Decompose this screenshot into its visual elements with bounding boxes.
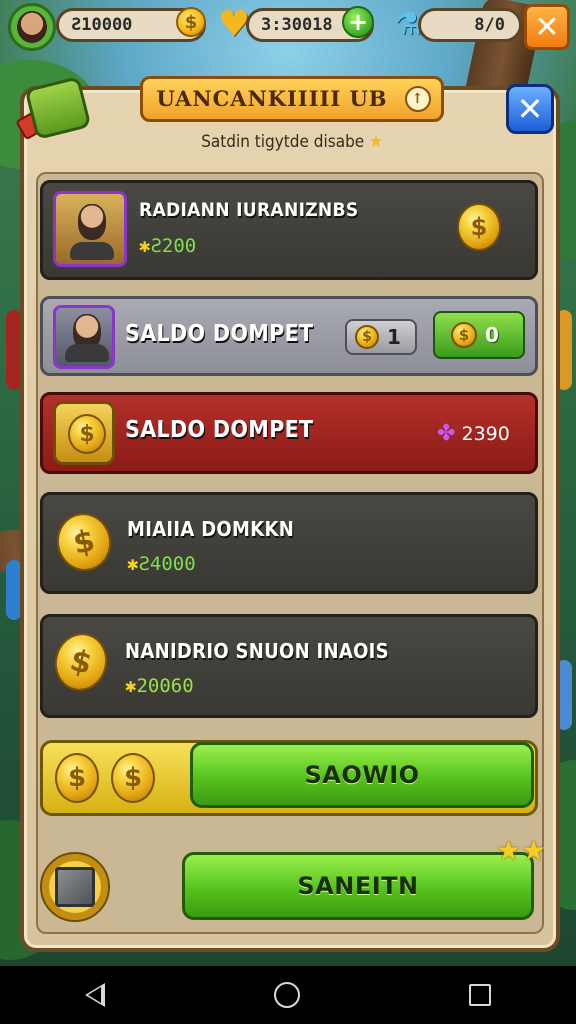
- reward-row-1-value: ✱Ƨ200: [139, 235, 196, 257]
- coin-count-chip[interactable]: $ 1: [345, 319, 417, 355]
- reward-row-2-value: ✱Ƨ4000: [127, 553, 196, 575]
- currency-pill-3: 8/0: [418, 8, 522, 42]
- coin-safe-icon: $: [53, 401, 115, 465]
- currency-1-value: Ƨ10000: [71, 15, 133, 35]
- reward-row-2-label: MIAIIA DOMKKN: [127, 517, 295, 541]
- close-icon[interactable]: ✕: [524, 4, 570, 50]
- treasure-chest-icon: [15, 70, 96, 144]
- coin-action-button[interactable]: $ 0: [433, 311, 525, 359]
- gold-coin-icon: $: [55, 753, 99, 803]
- home-icon[interactable]: [273, 982, 300, 1008]
- reward-row-2-amount: Ƨ4000: [138, 553, 196, 575]
- gem-icon: ✤: [437, 421, 456, 446]
- coin-icon: $: [68, 414, 106, 454]
- dialog-title: UANCANKIIIII UB ↑: [140, 76, 444, 122]
- dialog-subtitle: Satdin tigytde disabe ★: [140, 132, 444, 152]
- coin-icon: $: [176, 7, 206, 37]
- currency-3-value: 8/0: [474, 15, 505, 35]
- character-portrait-icon: [53, 191, 127, 267]
- crate-icon[interactable]: [40, 852, 110, 922]
- reward-row-1-label: RADIANN IURANIZNBS: [139, 199, 359, 221]
- character-portrait-icon: [53, 305, 115, 369]
- star-icon: ✱: [127, 553, 139, 575]
- wallet-row-1[interactable]: SALDO DOMPET $ 1 $ 0: [40, 296, 538, 376]
- wallet-row-2-value: ✤ 2390: [437, 421, 510, 446]
- gold-coin-icon: $: [51, 508, 117, 576]
- gold-coin-icon: $: [111, 753, 155, 803]
- top-hud: Ƨ10000 $ ♥ 3:30018 + ⚗ 8/0 ✕: [0, 0, 576, 54]
- gold-coin-icon: $: [48, 627, 114, 697]
- reward-row-3-amount: 20060: [136, 675, 194, 697]
- reward-row-3-value: ✱20060: [125, 675, 194, 697]
- secondary-action-button[interactable]: SANEITN: [182, 852, 534, 920]
- primary-action-button[interactable]: SAOWIO: [190, 742, 534, 808]
- gold-coin-icon: $: [457, 203, 501, 251]
- wallet-row-2-amount: 2390: [461, 423, 510, 445]
- wallet-row-2-label: SALDO DOMPET: [125, 417, 314, 443]
- system-nav-bar: [0, 966, 576, 1024]
- star-icon: ★: [369, 132, 383, 152]
- currency-2-value: 3:30018: [261, 15, 333, 35]
- wallet-row-1-label: SALDO DOMPET: [125, 321, 314, 347]
- coin-count-value: 1: [387, 325, 401, 349]
- dialog-subtitle-text: Satdin tigytde disabe: [201, 132, 365, 152]
- info-icon[interactable]: ↑: [405, 86, 431, 112]
- reward-row-2[interactable]: $ MIAIIA DOMKKN ✱Ƨ4000: [40, 492, 538, 594]
- reward-row-1[interactable]: RADIANN IURANIZNBS ✱Ƨ200 $: [40, 180, 538, 280]
- wallet-row-2[interactable]: $ SALDO DOMPET ✤ 2390: [40, 392, 538, 474]
- close-icon: ✕: [516, 90, 544, 128]
- coin-action-value: 0: [485, 323, 499, 347]
- reward-row-1-amount: Ƨ200: [150, 235, 197, 257]
- star-icon: ✱: [139, 235, 151, 257]
- reward-row-3[interactable]: $ NANIDRIO SNUON INAOIS ✱20060: [40, 614, 538, 718]
- coin-stack-icon: $: [451, 322, 477, 348]
- reward-row-3-label: NANIDRIO SNUON INAOIS: [125, 639, 389, 663]
- recent-apps-icon[interactable]: [469, 984, 492, 1006]
- player-avatar[interactable]: [8, 3, 56, 51]
- dialog-title-text: UANCANKIIIII UB: [156, 86, 388, 111]
- close-dialog-button[interactable]: ✕: [506, 84, 554, 134]
- star-icon: ✱: [125, 675, 137, 697]
- add-currency-button[interactable]: +: [342, 6, 374, 38]
- coin-icon: $: [355, 325, 379, 349]
- back-icon[interactable]: [84, 983, 105, 1007]
- stars-icon: ★★: [496, 834, 547, 867]
